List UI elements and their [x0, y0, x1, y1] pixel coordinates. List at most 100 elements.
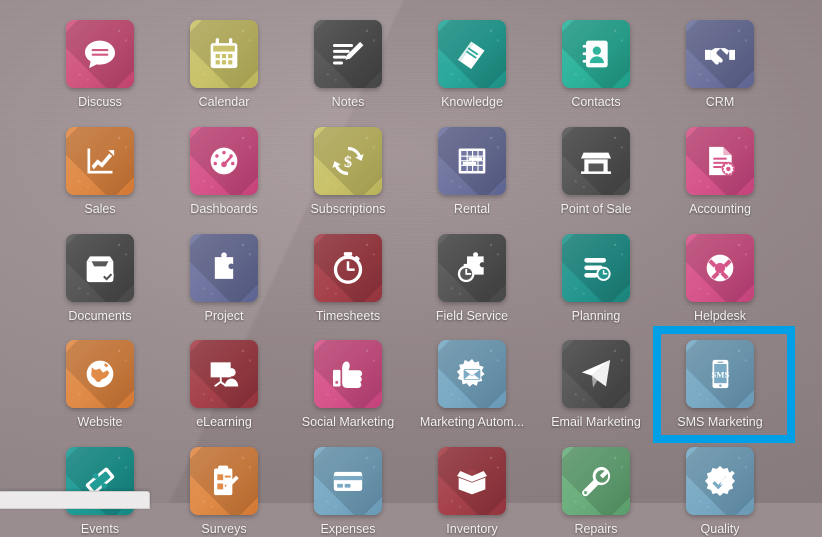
app-icon-tile[interactable]: [438, 20, 506, 88]
app-tile-marketing-autom[interactable]: Marketing Autom...: [410, 340, 534, 430]
app-label: Discuss: [78, 95, 122, 109]
app-label: Surveys: [201, 522, 247, 536]
crm-handshake-icon: [686, 20, 754, 88]
app-tile-knowledge[interactable]: Knowledge: [410, 20, 534, 110]
status-tooltip-bar: [0, 491, 150, 509]
app-icon-tile[interactable]: [314, 447, 382, 515]
app-label: Contacts: [571, 95, 621, 109]
app-label: Repairs: [574, 522, 618, 536]
app-label: Knowledge: [441, 95, 503, 109]
social-marketing-thumbsup-icon: [314, 340, 382, 408]
app-tile-point-of-sale[interactable]: Point of Sale: [534, 127, 658, 217]
app-icon-tile[interactable]: $: [314, 127, 382, 195]
app-icon-tile[interactable]: [562, 234, 630, 302]
planning-bars-clock-icon: [562, 234, 630, 302]
app-tile-email-marketing[interactable]: Email Marketing: [534, 340, 658, 430]
app-tile-notes[interactable]: Notes: [286, 20, 410, 110]
app-tile-project[interactable]: Project: [162, 234, 286, 324]
svg-text:$: $: [344, 154, 352, 171]
app-label: Notes: [331, 95, 365, 109]
app-icon-tile[interactable]: [66, 340, 134, 408]
app-tile-contacts[interactable]: Contacts: [534, 20, 658, 110]
sales-growth-chart-icon: [66, 127, 134, 195]
surveys-clipboard-pencil-icon: [190, 447, 258, 515]
inventory-open-box-icon: [438, 447, 506, 515]
app-label: Marketing Autom...: [419, 415, 525, 429]
app-icon-tile[interactable]: [314, 234, 382, 302]
app-tile-surveys[interactable]: Surveys: [162, 447, 286, 537]
rental-calendar-grid-icon: [438, 127, 506, 195]
app-label: Calendar: [198, 95, 250, 109]
app-tile-inventory[interactable]: Inventory: [410, 447, 534, 537]
app-icon-tile[interactable]: [314, 340, 382, 408]
app-tile-discuss[interactable]: Discuss: [38, 20, 162, 110]
app-tile-dashboards[interactable]: Dashboards: [162, 127, 286, 217]
app-icon-tile[interactable]: [314, 20, 382, 88]
app-label: Email Marketing: [551, 415, 641, 429]
app-tile-repairs[interactable]: Repairs: [534, 447, 658, 537]
project-puzzle-icon: [190, 234, 258, 302]
app-icon-tile[interactable]: [686, 234, 754, 302]
app-label: Sales: [84, 202, 116, 216]
app-icon-tile[interactable]: [562, 447, 630, 515]
point-of-sale-shop-icon: [562, 127, 630, 195]
app-tile-helpdesk[interactable]: Helpdesk: [658, 234, 782, 324]
app-tile-rental[interactable]: Rental: [410, 127, 534, 217]
app-icon-tile[interactable]: [438, 447, 506, 515]
app-tile-field-service[interactable]: Field Service: [410, 234, 534, 324]
website-globe-icon: [66, 340, 134, 408]
app-label: Website: [77, 415, 123, 429]
app-icon-tile[interactable]: [438, 234, 506, 302]
app-icon-tile[interactable]: [438, 127, 506, 195]
app-icon-tile[interactable]: [66, 234, 134, 302]
discuss-chat-bubble-icon: [66, 20, 134, 88]
documents-file-box-icon: [66, 234, 134, 302]
app-label: Planning: [571, 309, 621, 323]
expenses-credit-card-icon: [314, 447, 382, 515]
app-icon-tile[interactable]: [190, 234, 258, 302]
subscriptions-refresh-dollar-icon: $: [314, 127, 382, 195]
app-tile-documents[interactable]: Documents: [38, 234, 162, 324]
app-icon-tile[interactable]: [190, 127, 258, 195]
app-icon-tile[interactable]: [190, 340, 258, 408]
app-icon-tile[interactable]: [438, 340, 506, 408]
app-tile-website[interactable]: Website: [38, 340, 162, 430]
field-service-puzzle-timer-icon: [438, 234, 506, 302]
app-tile-accounting[interactable]: Accounting: [658, 127, 782, 217]
app-icon-tile[interactable]: [686, 447, 754, 515]
svg-text:SMS: SMS: [711, 369, 729, 379]
app-icon-tile[interactable]: [66, 127, 134, 195]
app-icon-tile[interactable]: SMS: [686, 340, 754, 408]
app-label: Helpdesk: [693, 309, 747, 323]
app-icon-tile[interactable]: [190, 447, 258, 515]
app-label: Events: [80, 522, 120, 536]
app-icon-tile[interactable]: [562, 340, 630, 408]
app-tile-sales[interactable]: Sales: [38, 127, 162, 217]
app-tile-crm[interactable]: CRM: [658, 20, 782, 110]
app-tile-subscriptions[interactable]: $ Subscriptions: [286, 127, 410, 217]
app-tile-expenses[interactable]: Expenses: [286, 447, 410, 537]
app-tile-social-marketing[interactable]: Social Marketing: [286, 340, 410, 430]
app-icon-tile[interactable]: [562, 127, 630, 195]
app-tile-timesheets[interactable]: Timesheets: [286, 234, 410, 324]
contacts-address-book-icon: [562, 20, 630, 88]
app-label: eLearning: [196, 415, 252, 429]
app-label: Timesheets: [315, 309, 381, 323]
app-icon-tile[interactable]: [66, 20, 134, 88]
app-icon-tile[interactable]: [562, 20, 630, 88]
app-label: Rental: [453, 202, 491, 216]
app-tile-quality[interactable]: Quality: [658, 447, 782, 537]
app-icon-tile[interactable]: [686, 20, 754, 88]
app-tile-calendar[interactable]: Calendar: [162, 20, 286, 110]
repairs-wrench-icon: [562, 447, 630, 515]
app-tile-elearning[interactable]: eLearning: [162, 340, 286, 430]
quality-badge-pencil-icon: [686, 447, 754, 515]
app-icon-tile[interactable]: [686, 127, 754, 195]
app-icon-tile[interactable]: [190, 20, 258, 88]
timesheets-stopwatch-icon: [314, 234, 382, 302]
app-label: SMS Marketing: [677, 415, 763, 429]
accounting-invoice-gear-icon: [686, 127, 754, 195]
app-tile-planning[interactable]: Planning: [534, 234, 658, 324]
app-label: Subscriptions: [310, 202, 386, 216]
app-tile-sms-marketing[interactable]: SMS SMS Marketing: [658, 340, 782, 430]
